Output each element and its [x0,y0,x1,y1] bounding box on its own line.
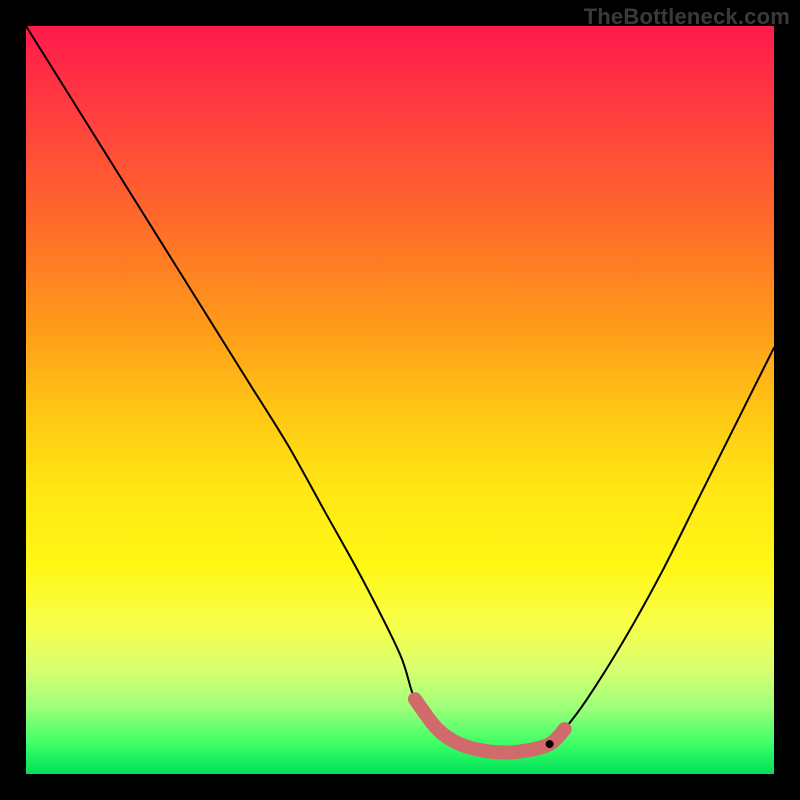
marker-dot [546,740,554,748]
chart-frame: TheBottleneck.com [0,0,800,800]
optimal-range-highlight [415,699,565,752]
curve-layer [26,26,774,774]
bottleneck-curve [26,26,774,752]
watermark-text: TheBottleneck.com [584,4,790,30]
plot-area [26,26,774,774]
